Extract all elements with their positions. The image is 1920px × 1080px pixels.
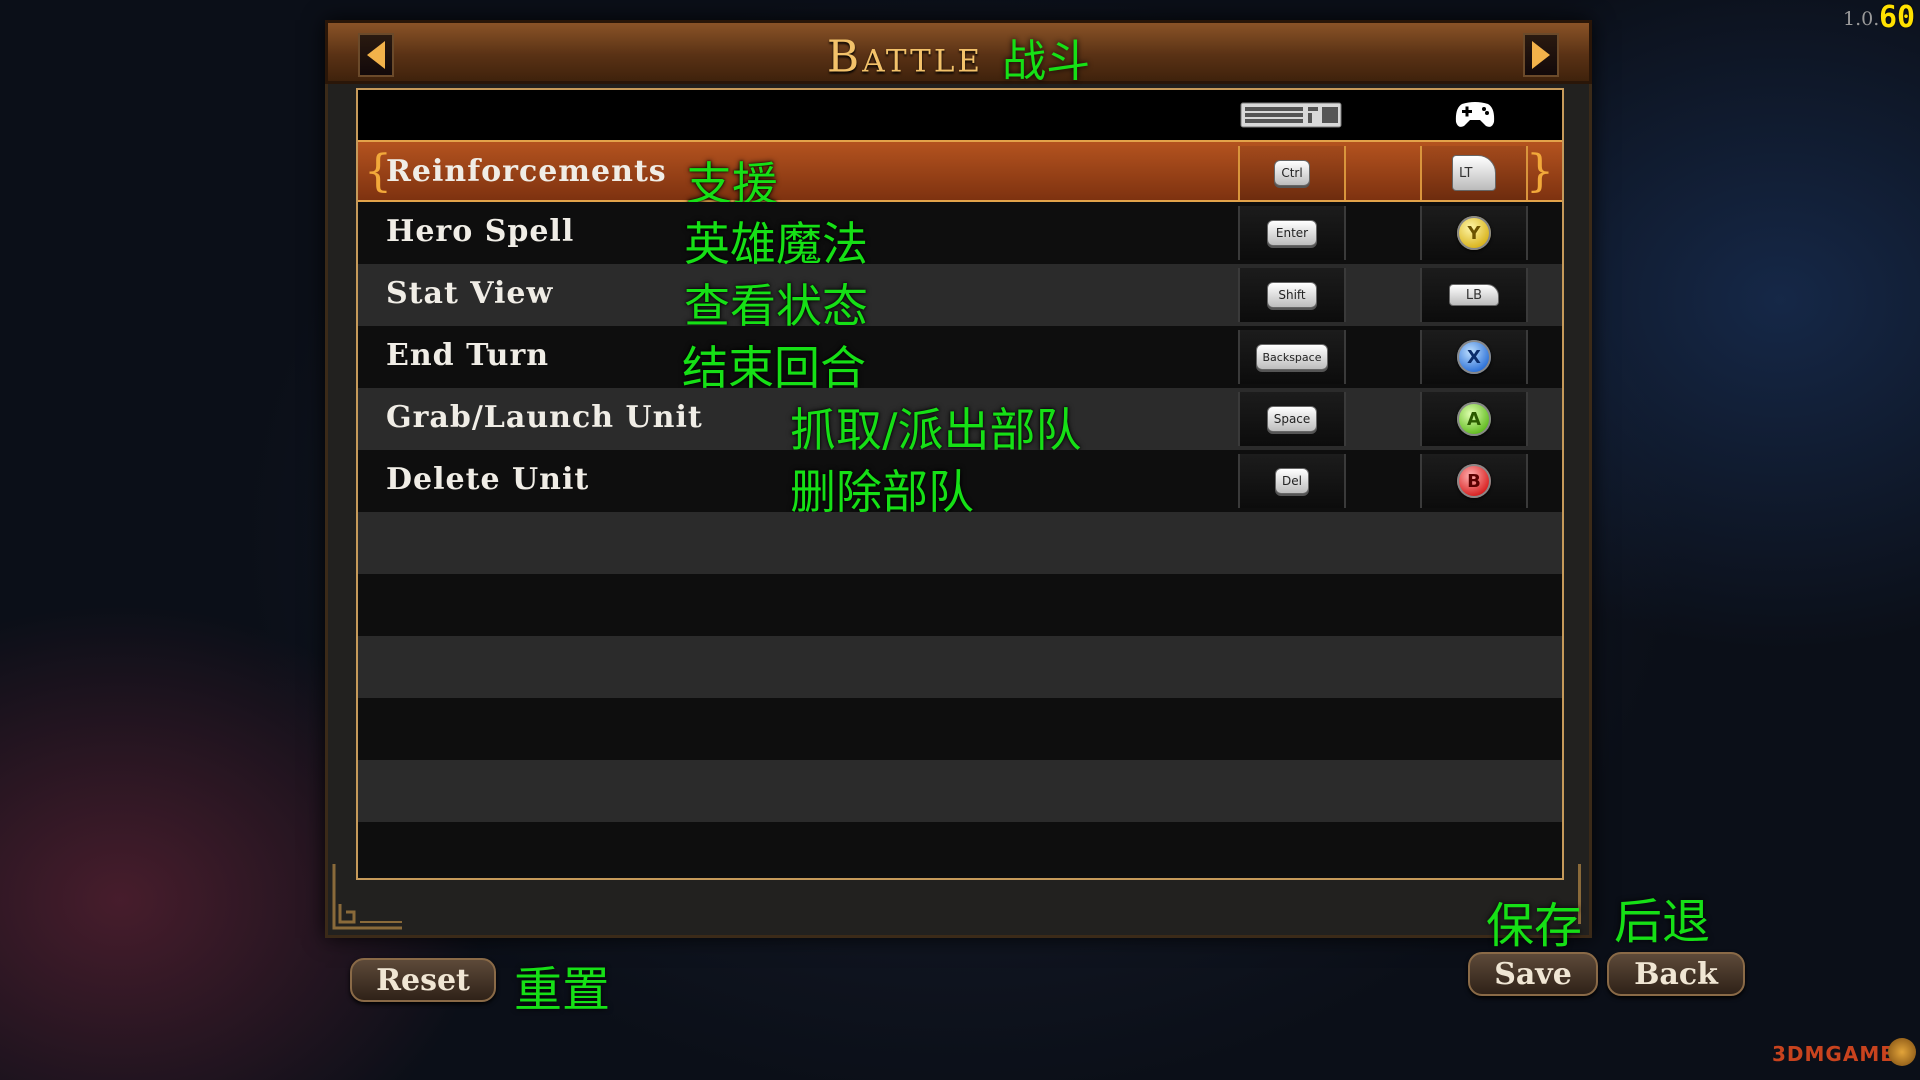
save-button[interactable]: Save [1468,952,1598,996]
back-label-cn: 后退 [1614,894,1711,950]
watermark-logo-icon [1888,1038,1916,1066]
watermark-text: 3DMGAME [1772,1042,1895,1066]
binding-label: Hero Spell [386,214,575,249]
binding-row-grab-launch-unit[interactable]: Grab/Launch Unit 抓取/派出部队 Space A [358,388,1562,457]
lt-trigger-icon: LT [1452,155,1496,191]
keyboard-binding-slot[interactable]: Enter [1238,206,1346,260]
gamepad-binding-slot[interactable]: A [1420,392,1528,446]
keyboard-binding-slot[interactable]: Shift [1238,268,1346,322]
table-header [358,90,1562,140]
lb-bumper-icon: LB [1449,284,1499,306]
x-button-icon: X [1457,340,1491,374]
ornament-corner-icon [332,864,402,930]
binding-row-end-turn[interactable]: End Turn 结束回合 Backspace X [358,326,1562,395]
gamepad-binding-slot[interactable]: LT [1420,146,1528,200]
gamepad-binding-slot[interactable]: B [1420,454,1528,508]
selection-bracket-right-icon: } [1526,146,1554,197]
a-button-icon: A [1457,402,1491,436]
back-button[interactable]: Back [1607,952,1745,996]
bindings-table: { Reinforcements 支援 Ctrl LT } Hero Spell… [356,88,1564,880]
gamepad-binding-slot[interactable]: LB [1420,268,1528,322]
page-title: Battle [826,31,984,83]
key-cap: Space [1266,406,1318,432]
y-button-icon: Y [1457,216,1491,250]
binding-label: Stat View [386,276,554,311]
empty-row [358,760,1562,822]
binding-row-reinforcements[interactable]: { Reinforcements 支援 Ctrl LT } [358,140,1562,211]
page-title-cn: 战斗 [1002,36,1091,87]
b-button-icon: B [1457,464,1491,498]
empty-row [358,574,1562,636]
fps-counter: 60 [1879,0,1916,35]
keyboard-icon [1240,102,1342,128]
binding-label: Delete Unit [386,462,590,497]
reset-button[interactable]: Reset [350,958,496,1002]
panel-header: Battle 战斗 [325,20,1592,88]
key-cap: Ctrl [1274,160,1310,186]
binding-label: Grab/Launch Unit [386,400,703,435]
binding-row-stat-view[interactable]: Stat View 查看状态 Shift LB [358,264,1562,333]
binding-row-hero-spell[interactable]: Hero Spell 英雄魔法 Enter Y [358,202,1562,271]
empty-row [358,512,1562,574]
gamepad-binding-slot[interactable]: Y [1420,206,1528,260]
version-text: 1.0. [1843,8,1880,30]
binding-label: End Turn [386,338,550,373]
chevron-right-icon [1532,41,1550,69]
binding-label: Reinforcements [386,154,667,189]
reset-label-cn: 重置 [514,962,611,1018]
keyboard-binding-slot[interactable]: Space [1238,392,1346,446]
key-cap: Shift [1267,282,1317,308]
keyboard-binding-slot[interactable]: Ctrl [1238,146,1346,200]
binding-row-delete-unit[interactable]: Delete Unit 删除部队 Del B [358,450,1562,519]
gamepad-icon [1455,102,1495,127]
next-page-button[interactable] [1523,33,1559,77]
empty-row [358,822,1562,878]
empty-row [358,698,1562,760]
page-title-wrap: Battle 战斗 [328,25,1589,88]
gamepad-binding-slot[interactable]: X [1420,330,1528,384]
key-cap: Del [1275,468,1309,494]
empty-row [358,636,1562,698]
key-cap: Backspace [1255,344,1329,370]
save-label-cn: 保存 [1486,898,1583,954]
key-cap: Enter [1267,220,1317,246]
keyboard-binding-slot[interactable]: Del [1238,454,1346,508]
keyboard-binding-slot[interactable]: Backspace [1238,330,1346,384]
